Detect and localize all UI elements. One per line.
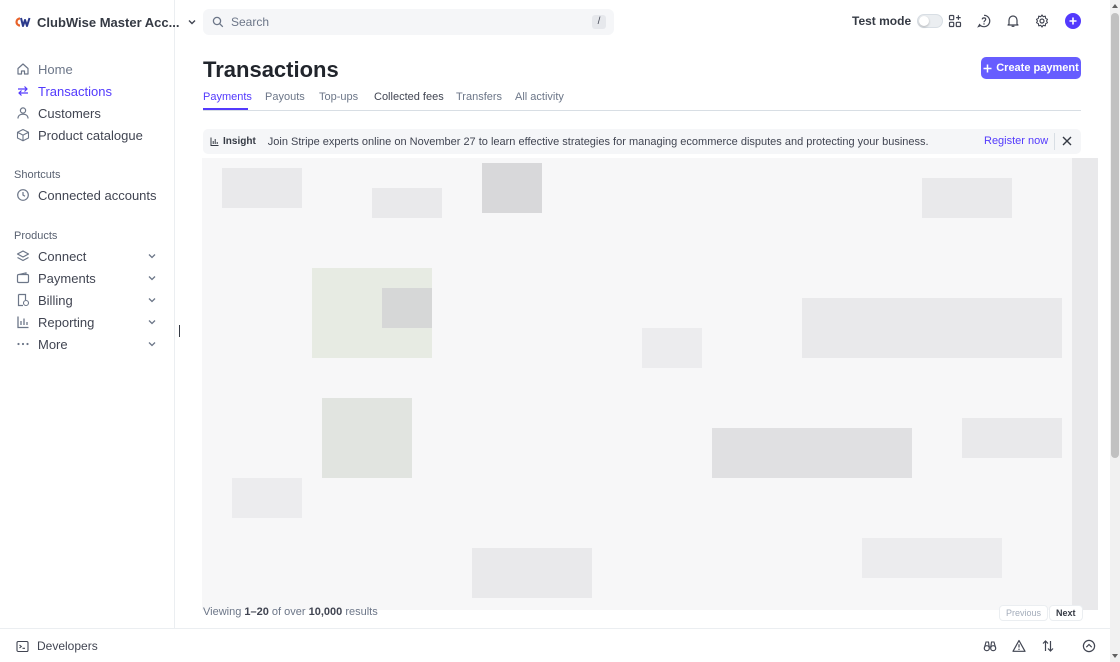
warning-icon[interactable] (1012, 639, 1026, 653)
chevron-down-icon (148, 298, 156, 303)
tab-payouts[interactable]: Payouts (265, 91, 305, 103)
binoculars-icon[interactable] (983, 639, 997, 653)
create-payment-label: Create payment (996, 62, 1079, 74)
shortcuts-nav: Connected accounts (0, 184, 175, 206)
search-shortcut: / (592, 15, 606, 29)
search-input[interactable]: Search / (203, 9, 614, 35)
next-button[interactable]: Next (1049, 605, 1083, 621)
results-count: Viewing 1–20 of over 10,000 results (203, 606, 378, 618)
clubwise-logo (14, 16, 31, 28)
insight-text: Join Stripe experts online on November 2… (267, 135, 929, 148)
wallet-icon (16, 272, 30, 284)
chevron-down-icon (148, 342, 156, 347)
nav-item-home[interactable]: Home (0, 58, 175, 80)
previous-button[interactable]: Previous (999, 605, 1049, 621)
nav-item-transactions[interactable]: Transactions (0, 80, 175, 102)
shortcuts-heading: Shortcuts (14, 169, 61, 181)
nav-item-label: More (38, 336, 68, 352)
nav-item-billing[interactable]: Billing (0, 289, 175, 311)
nav-item-reporting[interactable]: Reporting (0, 311, 175, 333)
arrows-swap-icon (18, 86, 28, 96)
results-prefix: Viewing (203, 606, 245, 618)
plus-icon (1069, 17, 1077, 25)
tab-collected-fees[interactable]: Collected fees (374, 91, 444, 103)
create-payment-button[interactable]: Create payment (981, 57, 1081, 79)
collapse-up-icon[interactable] (1082, 639, 1096, 653)
nav-item-label: Payments (38, 270, 96, 286)
chevron-down-icon (188, 20, 196, 25)
chevron-down-icon (148, 254, 156, 259)
quick-create-button[interactable] (1065, 13, 1081, 29)
layers-icon (16, 250, 30, 262)
close-icon[interactable] (1062, 136, 1072, 146)
nav-item-connected-accounts[interactable]: Connected accounts (0, 184, 175, 206)
account-name: ClubWise Master Acc... (37, 14, 180, 30)
home-icon (17, 63, 29, 75)
bell-icon[interactable] (1006, 14, 1020, 28)
tab-bar: Payments Payouts Top-ups Collected fees … (203, 88, 1081, 111)
results-total: 10,000 (308, 606, 343, 618)
chevron-down-icon (148, 320, 156, 325)
insight-banner: Insight Join Stripe experts online on No… (203, 129, 1081, 154)
nav-item-label: Connect (38, 248, 87, 264)
nav-item-label: Billing (38, 292, 73, 308)
toggle-switch[interactable] (917, 14, 944, 28)
scrollbar-thumb[interactable] (1111, 13, 1119, 458)
plus-icon (983, 64, 992, 72)
account-switcher[interactable]: ClubWise Master Acc... (14, 12, 197, 32)
search-placeholder: Search (231, 15, 270, 29)
tab-all-activity[interactable]: All activity (515, 91, 564, 103)
box-icon (16, 128, 30, 142)
insight-label: Insight (223, 136, 256, 147)
divider (1054, 133, 1055, 150)
scroll-down-arrow[interactable] (1111, 652, 1119, 660)
sort-arrows-icon[interactable] (1041, 639, 1055, 653)
apps-icon[interactable] (948, 14, 962, 28)
dots-icon (17, 342, 29, 346)
test-mode-label: Test mode (852, 14, 912, 28)
test-mode-toggle[interactable]: Test mode (852, 14, 944, 28)
bottom-bar: Developers (0, 628, 1110, 662)
nav-item-label: Home (38, 61, 73, 77)
person-icon (17, 107, 29, 119)
page-title: Transactions (203, 57, 339, 82)
terminal-icon (16, 640, 29, 652)
results-range: 1–20 (244, 606, 269, 618)
tab-transfers[interactable]: Transfers (456, 91, 502, 103)
tab-top-ups[interactable]: Top-ups (319, 91, 358, 103)
nav-item-label: Product catalogue (38, 127, 143, 143)
results-suffix: results (342, 606, 378, 618)
nav-item-payments[interactable]: Payments (0, 267, 175, 289)
insight-badge: Insight (210, 136, 256, 147)
invoice-icon (17, 293, 30, 307)
developers-label: Developers (37, 639, 98, 653)
register-now-link[interactable]: Register now (984, 135, 1048, 147)
text-cursor (179, 325, 180, 337)
products-nav: Connect Payments Billing Reporting More (0, 245, 175, 355)
products-heading: Products (14, 230, 58, 242)
bar-chart-icon (17, 316, 29, 329)
sidebar: ClubWise Master Acc... Home Transactions… (0, 0, 196, 628)
main-nav: Home Transactions Customers Product cata… (0, 58, 175, 146)
blurred-transactions-table (202, 158, 1098, 610)
help-icon[interactable] (977, 14, 991, 28)
clock-icon (17, 189, 29, 201)
nav-item-label: Transactions (38, 83, 112, 99)
nav-item-label: Connected accounts (38, 187, 157, 203)
nav-item-more[interactable]: More (0, 333, 175, 355)
search-icon (212, 16, 224, 28)
scroll-up-arrow[interactable] (1111, 2, 1119, 10)
chevron-down-icon (148, 276, 156, 281)
results-middle: of over (268, 606, 309, 618)
nav-item-label: Customers (38, 105, 101, 121)
bar-chart-icon (210, 137, 219, 146)
nav-item-label: Reporting (38, 314, 95, 330)
gear-icon[interactable] (1035, 14, 1049, 28)
developers-button[interactable]: Developers (16, 639, 98, 653)
nav-item-connect[interactable]: Connect (0, 245, 175, 267)
active-tab-indicator (203, 108, 248, 110)
nav-item-customers[interactable]: Customers (0, 102, 175, 124)
tab-payments[interactable]: Payments (203, 91, 252, 103)
nav-item-product-catalogue[interactable]: Product catalogue (0, 124, 175, 146)
